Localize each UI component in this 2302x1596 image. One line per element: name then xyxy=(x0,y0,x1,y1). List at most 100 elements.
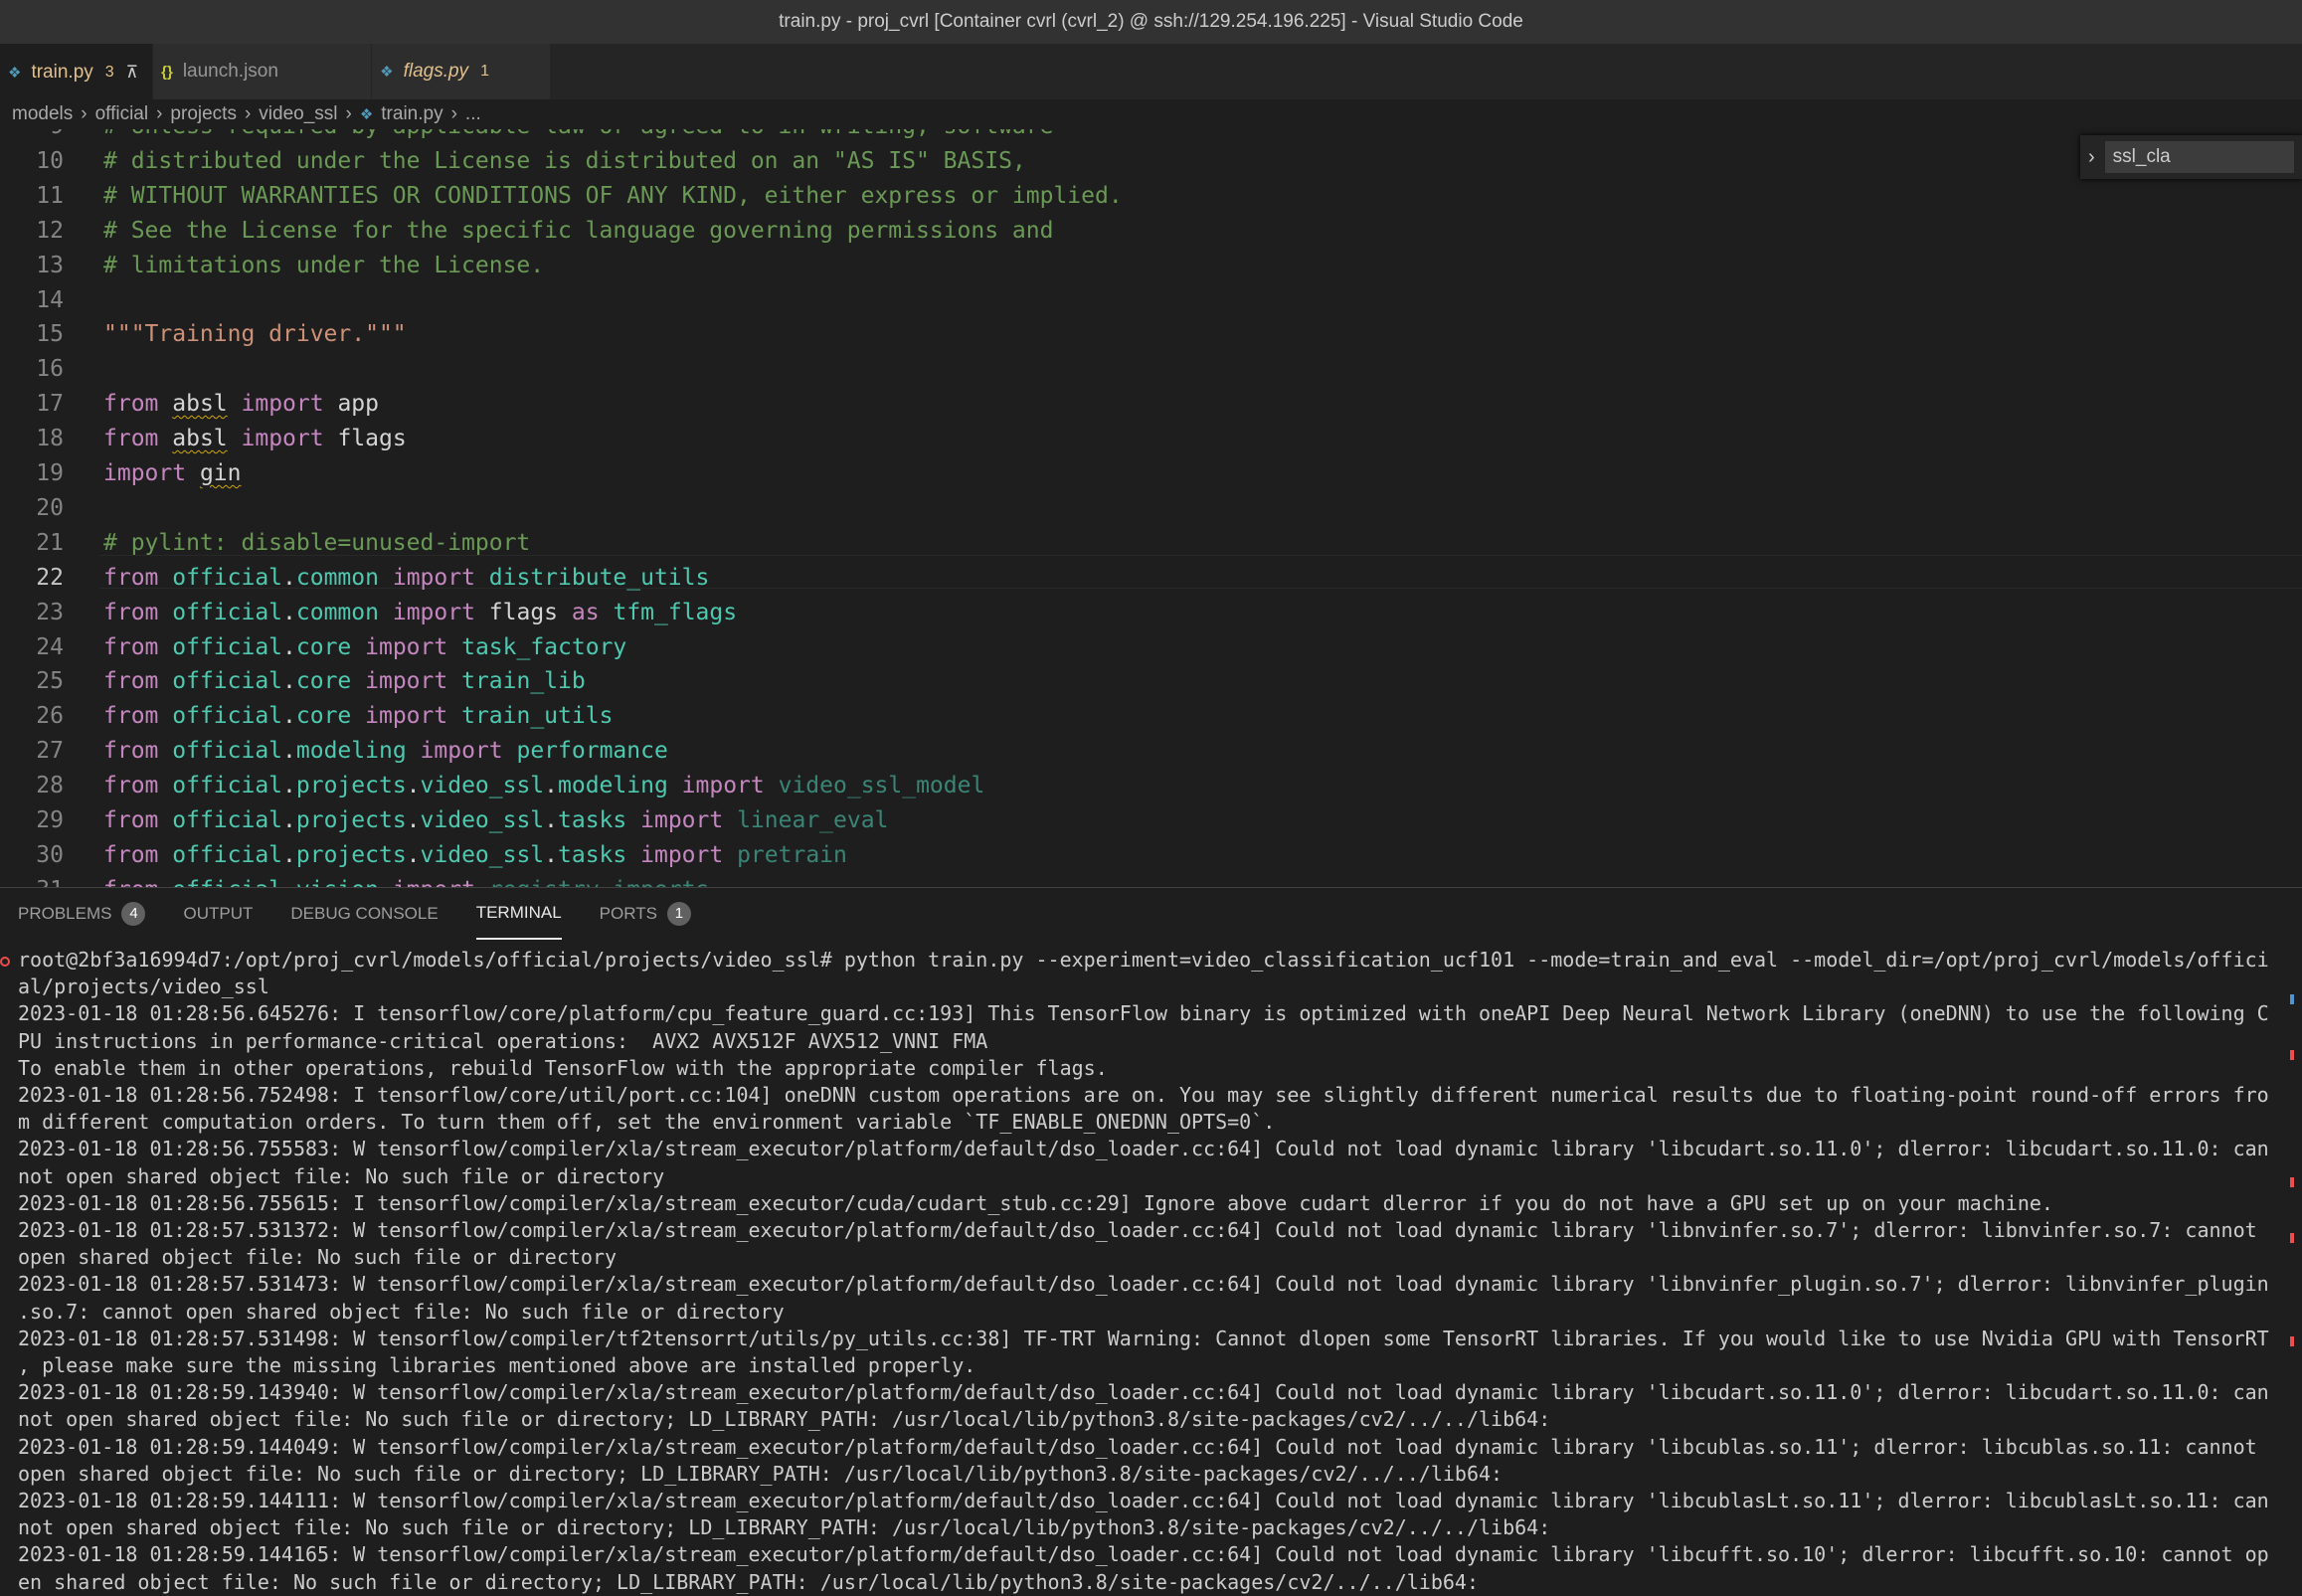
code-line[interactable]: 13 # limitations under the License. xyxy=(0,249,2302,282)
line-number: 19 xyxy=(36,460,64,486)
breadcrumb-item[interactable]: video_ssl xyxy=(259,103,337,125)
tab-label: launch.json xyxy=(182,61,278,82)
breadcrumb: models › official › projects › video_ssl… xyxy=(0,99,2302,129)
chevron-right-icon[interactable]: › xyxy=(2088,146,2095,169)
problems-count-badge: 4 xyxy=(121,901,146,926)
tab-ports[interactable]: PORTS 1 xyxy=(600,888,691,940)
python-icon: ❖ xyxy=(380,64,394,81)
line-number: 24 xyxy=(36,633,64,660)
tab-terminal[interactable]: TERMINAL xyxy=(475,888,562,940)
code-text: # See the License for the specific langu… xyxy=(103,217,1054,244)
code-text: """Training driver.""" xyxy=(103,321,407,348)
terminal-line: 2023-01-18 01:28:56.755583: W tensorflow… xyxy=(18,1137,2269,1161)
terminal-line: 2023-01-18 01:28:56.755615: I tensorflow… xyxy=(18,1190,2053,1215)
tab-launch-json[interactable]: {} launch.json xyxy=(153,44,373,99)
terminal-line: not open shared object file: No such fil… xyxy=(18,1515,1551,1540)
ports-count-badge: 1 xyxy=(666,901,691,926)
code-line[interactable]: 19 import gin xyxy=(0,456,2302,490)
terminal[interactable]: root@2bf3a16994d7:/opt/proj_cvrl/models/… xyxy=(0,939,2302,1596)
scrollbar-marker xyxy=(2290,1177,2294,1187)
terminal-line: 2023-01-18 01:28:57.531498: W tensorflow… xyxy=(18,1326,2269,1350)
json-icon: {} xyxy=(161,63,173,81)
code-line[interactable]: 29 from official.projects.video_ssl.tasks… xyxy=(0,803,2302,837)
code-text: from absl import app xyxy=(103,391,379,418)
find-widget: › ssl_cla xyxy=(2080,135,2302,179)
code-line[interactable]: 10 # distributed under the License is dis… xyxy=(0,144,2302,178)
code-text: from official.projects.video_ssl.tasks i… xyxy=(103,807,889,833)
terminal-line: m different computation orders. To turn … xyxy=(18,1110,1276,1135)
code-text: # limitations under the License. xyxy=(103,252,545,278)
code-line[interactable]: 16 xyxy=(0,352,2302,386)
tab-problems[interactable]: PROBLEMS 4 xyxy=(18,888,146,940)
code-text: # distributed under the License is distr… xyxy=(103,147,1026,174)
line-number: 23 xyxy=(36,599,64,625)
line-number: 12 xyxy=(36,217,64,244)
breadcrumb-item[interactable]: models xyxy=(12,103,73,125)
breadcrumb-item[interactable]: train.py xyxy=(381,103,443,125)
terminal-line: root@2bf3a16994d7:/opt/proj_cvrl/models/… xyxy=(18,948,2269,972)
code-line[interactable]: 17 from absl import app xyxy=(0,387,2302,421)
tab-debug-console[interactable]: DEBUG CONSOLE xyxy=(290,888,438,940)
code-text: import gin xyxy=(103,460,242,486)
line-number: 29 xyxy=(36,807,64,833)
line-number: 31 xyxy=(0,873,64,887)
line-number: 27 xyxy=(36,738,64,765)
line-number: 14 xyxy=(36,286,64,313)
code-line[interactable]: 30 from official.projects.video_ssl.tasks… xyxy=(0,838,2302,872)
scrollbar-marker xyxy=(2290,1050,2294,1060)
tab-problem-count: 3 xyxy=(104,63,114,81)
chevron-right-icon: › xyxy=(156,103,163,124)
terminal-line: not open shared object file: No such fil… xyxy=(18,1163,665,1188)
code-text: from absl import flags xyxy=(103,426,407,452)
tab-label: OUTPUT xyxy=(183,903,254,923)
breadcrumb-item[interactable]: projects xyxy=(170,103,237,125)
breadcrumb-item[interactable]: ... xyxy=(465,103,481,125)
terminal-line: 2023-01-18 01:28:59.143940: W tensorflow… xyxy=(18,1380,2269,1405)
line-number: 11 xyxy=(36,182,64,209)
terminal-line: 2023-01-18 01:28:56.752498: I tensorflow… xyxy=(18,1083,2269,1107)
tab-flags-py[interactable]: ❖ flags.py 1 xyxy=(372,44,552,99)
code-text: # WITHOUT WARRANTIES OR CONDITIONS OF AN… xyxy=(103,182,1123,209)
terminal-line: 2023-01-18 01:28:56.645276: I tensorflow… xyxy=(18,1001,2269,1026)
tab-label: PORTS xyxy=(599,903,657,923)
terminal-line: 2023-01-18 01:28:59.144111: W tensorflow… xyxy=(18,1489,2269,1512)
code-text: from official.common import distribute_u… xyxy=(103,564,710,591)
terminal-line: 2023-01-18 01:28:57.531372: W tensorflow… xyxy=(18,1218,2257,1242)
code-line[interactable]: 14 xyxy=(0,283,2302,317)
code-line[interactable]: 15 """Training driver.""" xyxy=(0,317,2302,351)
code-text: from official.core import task_factory xyxy=(103,633,627,660)
terminal-line: not open shared object file: No such fil… xyxy=(18,1407,1551,1432)
code-line[interactable]: 21 # pylint: disable=unused-import xyxy=(0,526,2302,560)
line-number: 26 xyxy=(36,703,64,730)
scrollbar-marker xyxy=(2290,994,2294,1004)
code-line[interactable]: 20 xyxy=(0,491,2302,525)
terminal-line: en shared object file: No such file or d… xyxy=(18,1569,1480,1594)
code-editor[interactable]: 9 # Unless required by applicable law or … xyxy=(0,129,2302,887)
code-line[interactable]: 25 from official.core import train_lib xyxy=(0,664,2302,698)
code-line[interactable]: 22 from official.common import distribute… xyxy=(0,561,2302,595)
terminal-line: al/projects/video_ssl xyxy=(18,975,269,999)
code-line[interactable]: 28 from official.projects.video_ssl.model… xyxy=(0,769,2302,802)
panel-tab-bar: PROBLEMS 4 OUTPUT DEBUG CONSOLE TERMINAL… xyxy=(0,887,2302,940)
find-input[interactable]: ssl_cla xyxy=(2104,141,2294,173)
breadcrumb-item[interactable]: official xyxy=(95,103,149,125)
code-line[interactable]: 11 # WITHOUT WARRANTIES OR CONDITIONS OF … xyxy=(0,179,2302,213)
code-line[interactable]: 9 # Unless required by applicable law or … xyxy=(0,129,2302,143)
chevron-right-icon: › xyxy=(244,103,252,124)
code-line[interactable]: 23 from official.common import flags as t… xyxy=(0,596,2302,629)
line-number: 15 xyxy=(36,321,64,348)
code-line[interactable]: 31 from official.vision import registry_i… xyxy=(0,873,2302,887)
code-line[interactable]: 26 from official.core import train_utils xyxy=(0,699,2302,733)
line-number: 25 xyxy=(36,668,64,695)
code-line[interactable]: 12 # See the License for the specific lan… xyxy=(0,214,2302,248)
tab-train-py[interactable]: ❖ train.py 3 ⊼ xyxy=(0,44,154,99)
code-line[interactable]: 24 from official.core import task_factory xyxy=(0,630,2302,664)
code-line[interactable]: 27 from official.modeling import performa… xyxy=(0,734,2302,768)
pin-icon[interactable]: ⊼ xyxy=(126,63,138,83)
line-number: 22 xyxy=(36,564,64,591)
line-number: 17 xyxy=(36,391,64,418)
editor-tab-bar: ❖ train.py 3 ⊼ {} launch.json ❖ flags.py… xyxy=(0,44,2302,99)
code-text: # pylint: disable=unused-import xyxy=(103,529,531,556)
tab-output[interactable]: OUTPUT xyxy=(183,888,253,940)
code-line[interactable]: 18 from absl import flags xyxy=(0,422,2302,455)
